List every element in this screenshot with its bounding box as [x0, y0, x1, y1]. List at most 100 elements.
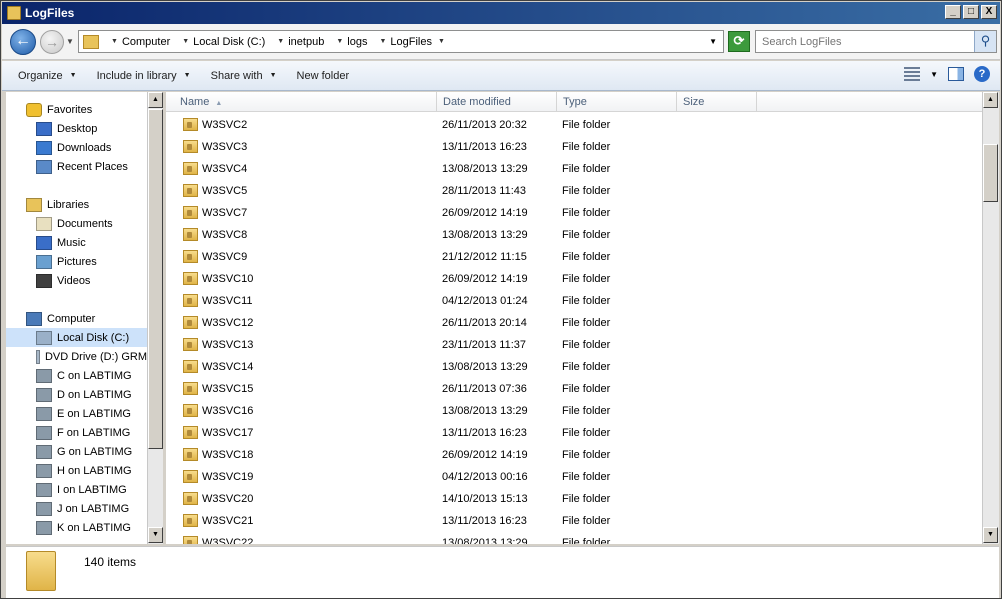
column-header-date-modified[interactable]: Date modified [437, 92, 557, 112]
file-row[interactable]: W3SVC14 13/08/2013 13:29 File folder [166, 356, 982, 378]
file-row[interactable]: W3SVC15 26/11/2013 07:36 File folder [166, 378, 982, 400]
sidebar-item[interactable]: C on LABTIMG [6, 366, 147, 385]
scroll-up-arrow[interactable]: ▲ [148, 92, 163, 108]
include-in-library-button[interactable]: Include in library ▼ [97, 70, 191, 82]
chevron-right-icon[interactable]: ▼ [182, 38, 189, 45]
scroll-down-arrow[interactable]: ▼ [983, 527, 998, 543]
sidebar-item[interactable]: Pictures [6, 252, 147, 271]
file-row[interactable]: W3SVC8 13/08/2013 13:29 File folder [166, 224, 982, 246]
sidebar-item[interactable]: G on LABTIMG [6, 442, 147, 461]
file-row[interactable]: W3SVC20 14/10/2013 15:13 File folder [166, 488, 982, 510]
breadcrumb-computer[interactable]: ▼ Computer [105, 36, 170, 48]
sidebar-item-label: Videos [57, 274, 91, 287]
file-row[interactable]: W3SVC18 26/09/2012 14:19 File folder [166, 444, 982, 466]
sidebar-item[interactable]: Documents [6, 214, 147, 233]
file-row[interactable]: W3SVC4 13/08/2013 13:29 File folder [166, 158, 982, 180]
scroll-down-arrow[interactable]: ▼ [148, 527, 163, 543]
view-options-dropdown[interactable]: ▼ [930, 70, 938, 79]
organize-button[interactable]: Organize ▼ [18, 70, 77, 82]
file-row[interactable]: W3SVC10 26/09/2012 14:19 File folder [166, 268, 982, 290]
file-row[interactable]: W3SVC22 13/08/2013 13:29 File folder [166, 532, 982, 544]
file-row[interactable]: W3SVC16 13/08/2013 13:29 File folder [166, 400, 982, 422]
file-row[interactable]: W3SVC3 13/11/2013 16:23 File folder [166, 136, 982, 158]
sidebar-item[interactable]: Recent Places [6, 157, 147, 176]
sidebar-item[interactable]: D on LABTIMG [6, 385, 147, 404]
close-button[interactable]: X [981, 5, 997, 19]
sidebar-item[interactable]: Desktop [6, 119, 147, 138]
sidebar-item[interactable]: I on LABTIMG [6, 480, 147, 499]
file-row[interactable]: W3SVC9 21/12/2012 11:15 File folder [166, 246, 982, 268]
sidebar-item[interactable]: Music [6, 233, 147, 252]
scroll-thumb[interactable] [148, 109, 163, 449]
file-row[interactable]: W3SVC5 28/11/2013 11:43 File folder [166, 180, 982, 202]
file-list-scrollbar[interactable]: ▲ ▼ [982, 92, 999, 544]
window-title: LogFiles [25, 6, 75, 20]
new-folder-button[interactable]: New folder [297, 70, 350, 82]
refresh-button[interactable]: ⟳ [728, 31, 750, 52]
computer-icon [26, 311, 42, 326]
preview-pane-icon[interactable] [948, 67, 964, 81]
sidebar-item[interactable]: Downloads [6, 138, 147, 157]
breadcrumb-logs[interactable]: ▼ logs [330, 36, 367, 48]
sidebar-item[interactable]: Videos [6, 271, 147, 290]
change-view-icon[interactable] [904, 67, 921, 81]
breadcrumb-inetpub[interactable]: ▼ inetpub [271, 36, 324, 48]
file-name: W3SVC11 [202, 295, 253, 307]
network-drive-icon [36, 425, 52, 440]
address-history-dropdown[interactable]: ▼ [709, 37, 717, 46]
breadcrumb-logfiles[interactable]: ▼ LogFiles ▼ [373, 36, 448, 48]
pictures-icon [36, 254, 52, 269]
sidebar-item[interactable]: Computer [6, 309, 147, 328]
column-header-name[interactable]: Name ▲ [166, 92, 437, 112]
file-row[interactable]: W3SVC21 13/11/2013 16:23 File folder [166, 510, 982, 532]
search-input[interactable] [756, 31, 966, 52]
address-bar[interactable]: ▼ Computer ▼ Local Disk (C:) ▼ inetpub ▼… [78, 30, 724, 53]
file-date-modified: 13/08/2013 13:29 [442, 537, 528, 544]
forward-button[interactable]: → [40, 30, 64, 54]
minimize-button[interactable]: _ [945, 5, 961, 19]
file-date-modified: 13/08/2013 13:29 [442, 163, 528, 175]
network-drive-icon [36, 444, 52, 459]
sidebar-item[interactable]: DVD Drive (D:) GRM [6, 347, 147, 366]
sidebar-item[interactable]: K on LABTIMG [6, 518, 147, 537]
chevron-down-icon[interactable]: ▼ [438, 38, 445, 45]
file-type: File folder [562, 141, 611, 153]
file-row[interactable]: W3SVC11 04/12/2013 01:24 File folder [166, 290, 982, 312]
share-with-button[interactable]: Share with ▼ [211, 70, 277, 82]
file-row[interactable]: W3SVC17 13/11/2013 16:23 File folder [166, 422, 982, 444]
sidebar-item[interactable]: Favorites [6, 100, 147, 119]
file-type: File folder [562, 251, 611, 263]
sidebar-item[interactable]: Local Disk (C:) [6, 328, 147, 347]
back-button[interactable]: ← [10, 29, 36, 55]
navigation-pane-scrollbar[interactable]: ▲ ▼ [147, 92, 163, 544]
breadcrumb-local-disk[interactable]: ▼ Local Disk (C:) [176, 36, 265, 48]
chevron-right-icon[interactable]: ▼ [277, 38, 284, 45]
file-row[interactable]: W3SVC12 26/11/2013 20:14 File folder [166, 312, 982, 334]
sidebar-item[interactable]: F on LABTIMG [6, 423, 147, 442]
title-bar[interactable]: LogFiles _ □ X [2, 2, 1000, 24]
sidebar-item-label: G on LABTIMG [57, 445, 133, 458]
column-header-size[interactable]: Size [677, 92, 757, 112]
chevron-right-icon[interactable]: ▼ [336, 38, 343, 45]
file-row[interactable]: W3SVC2 26/11/2013 20:32 File folder [166, 114, 982, 136]
column-header-type[interactable]: Type [557, 92, 677, 112]
chevron-down-icon: ▼ [183, 72, 191, 79]
sidebar-item[interactable]: H on LABTIMG [6, 461, 147, 480]
recent-pages-dropdown[interactable]: ▼ [66, 37, 74, 46]
scroll-thumb[interactable] [983, 144, 998, 202]
file-row[interactable]: W3SVC19 04/12/2013 00:16 File folder [166, 466, 982, 488]
chevron-right-icon[interactable]: ▼ [111, 38, 118, 45]
search-icon[interactable]: ⚲ [974, 31, 996, 52]
sidebar-item[interactable]: E on LABTIMG [6, 404, 147, 423]
sidebar-item[interactable]: Libraries [6, 195, 147, 214]
folder-icon [26, 551, 56, 591]
search-box[interactable]: ⚲ [755, 30, 997, 53]
file-row[interactable]: W3SVC13 23/11/2013 11:37 File folder [166, 334, 982, 356]
file-row[interactable]: W3SVC7 26/09/2012 14:19 File folder [166, 202, 982, 224]
maximize-button[interactable]: □ [963, 5, 979, 19]
sidebar-item-label: Documents [57, 217, 113, 230]
chevron-right-icon[interactable]: ▼ [379, 38, 386, 45]
help-icon[interactable]: ? [974, 66, 990, 82]
scroll-up-arrow[interactable]: ▲ [983, 92, 998, 108]
sidebar-item[interactable]: J on LABTIMG [6, 499, 147, 518]
